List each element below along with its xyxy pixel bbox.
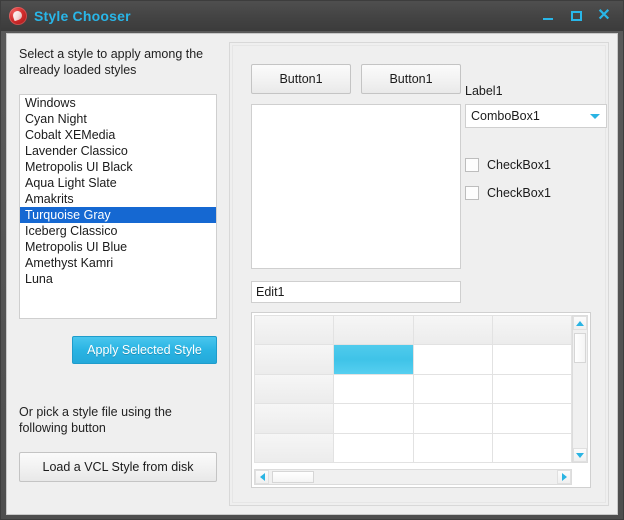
apply-selected-style-button[interactable]: Apply Selected Style [72, 336, 217, 364]
preview-combobox[interactable]: ComboBox1 [465, 104, 607, 128]
grid-header-cell[interactable] [255, 316, 334, 345]
minimize-icon [543, 18, 553, 20]
grid-cell[interactable] [334, 345, 413, 374]
style-list-item[interactable]: Cyan Night [20, 111, 216, 127]
preview-button-2[interactable]: Button1 [361, 64, 461, 94]
grid-header-cell[interactable] [255, 345, 334, 374]
style-list-item[interactable]: Metropolis UI Blue [20, 239, 216, 255]
close-icon: ✕ [597, 7, 611, 24]
checkbox-icon[interactable] [465, 158, 479, 172]
grid-cell[interactable] [334, 374, 413, 404]
grid-row[interactable] [255, 404, 571, 433]
grid-row[interactable] [255, 316, 571, 345]
maximize-icon [570, 11, 582, 21]
style-list-item[interactable]: Luna [20, 271, 216, 287]
style-listbox[interactable]: Windows Cyan Night Cobalt XEMedia Lavender … [19, 94, 217, 319]
grid-header-cell[interactable] [492, 316, 571, 345]
grid-cell[interactable] [413, 404, 492, 433]
preview-string-grid[interactable] [251, 312, 591, 488]
style-list-item[interactable]: Lavender Classico [20, 143, 216, 159]
app-globe-icon [9, 7, 27, 25]
grid-cell[interactable] [413, 374, 492, 404]
preview-checkbox-row-1[interactable]: CheckBox1 [465, 158, 551, 172]
style-preview-inner: Button1 Button1 Edit1 Label1 ComboBox1 C… [232, 45, 607, 503]
style-list-item[interactable]: Amethyst Kamri [20, 255, 216, 271]
grid-horizontal-scrollbar[interactable] [254, 469, 572, 485]
load-vcl-style-button[interactable]: Load a VCL Style from disk [19, 452, 217, 482]
preview-button-1[interactable]: Button1 [251, 64, 351, 94]
grid-cell[interactable] [492, 345, 571, 374]
style-list-item[interactable]: Amakrits [20, 191, 216, 207]
window-controls: ✕ [535, 1, 617, 31]
checkbox-icon[interactable] [465, 186, 479, 200]
preview-combobox-value: ComboBox1 [471, 109, 540, 123]
triangle-right-icon[interactable] [557, 470, 571, 484]
style-list-item[interactable]: Metropolis UI Black [20, 159, 216, 175]
grid-row[interactable] [255, 345, 571, 374]
grid-vertical-scrollbar[interactable] [572, 315, 588, 463]
grid-header-cell[interactable] [334, 316, 413, 345]
load-style-caption: Or pick a style file using the following… [19, 405, 172, 435]
preview-label: Label1 [465, 84, 503, 98]
style-list-item[interactable]: Iceberg Classico [20, 223, 216, 239]
grid-cell[interactable] [413, 345, 492, 374]
minimize-button[interactable] [535, 5, 561, 27]
maximize-button[interactable] [563, 5, 589, 27]
title-bar[interactable]: Style Chooser ✕ [1, 1, 623, 31]
preview-edit-field[interactable]: Edit1 [251, 281, 461, 303]
triangle-down-icon[interactable] [573, 448, 587, 462]
style-list-item[interactable]: Turquoise Gray [20, 207, 216, 223]
vertical-scroll-thumb[interactable] [574, 333, 586, 363]
preview-checkbox-row-2[interactable]: CheckBox1 [465, 186, 551, 200]
preview-checkbox-label-1: CheckBox1 [487, 158, 551, 172]
style-list-item[interactable]: Windows [20, 95, 216, 111]
grid-row[interactable] [255, 433, 571, 462]
grid-cell[interactable] [334, 404, 413, 433]
style-list-caption: Select a style to apply among the alread… [19, 47, 204, 77]
chevron-down-icon[interactable] [584, 105, 606, 127]
preview-checkbox-label-2: CheckBox1 [487, 186, 551, 200]
triangle-up-icon[interactable] [573, 316, 587, 330]
grid-row[interactable] [255, 374, 571, 404]
application-window: Style Chooser ✕ Select a style to apply … [0, 0, 624, 520]
grid-cell[interactable] [492, 374, 571, 404]
horizontal-scroll-thumb[interactable] [272, 471, 314, 483]
preview-memo[interactable] [251, 104, 461, 269]
triangle-left-icon[interactable] [255, 470, 269, 484]
grid-header-cell[interactable] [413, 316, 492, 345]
grid-cell[interactable] [334, 433, 413, 462]
grid-header-cell[interactable] [255, 404, 334, 433]
style-list-item[interactable]: Cobalt XEMedia [20, 127, 216, 143]
grid-cell[interactable] [413, 433, 492, 462]
style-preview-panel: Button1 Button1 Edit1 Label1 ComboBox1 C… [229, 42, 609, 506]
window-title: Style Chooser [34, 8, 131, 24]
client-area: Select a style to apply among the alread… [6, 33, 618, 515]
grid-cell[interactable] [492, 433, 571, 462]
grid-header-cell[interactable] [255, 433, 334, 462]
grid-cell[interactable] [492, 404, 571, 433]
grid-table[interactable] [254, 315, 572, 463]
close-button[interactable]: ✕ [591, 5, 617, 27]
style-list-item[interactable]: Aqua Light Slate [20, 175, 216, 191]
grid-header-cell[interactable] [255, 374, 334, 404]
